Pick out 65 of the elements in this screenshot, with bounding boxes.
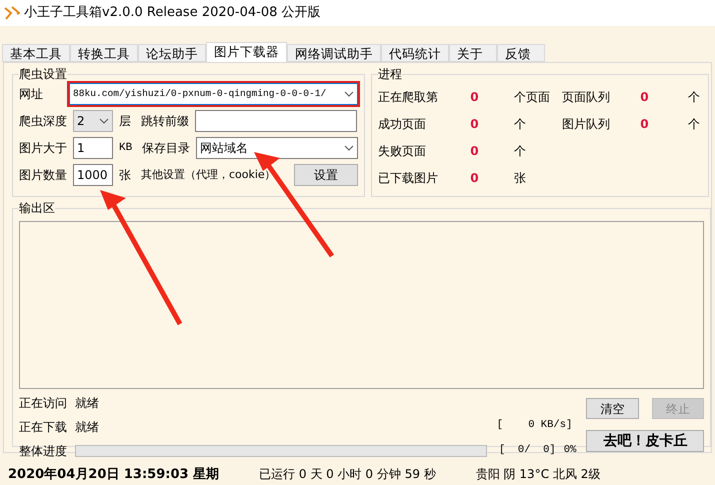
jump-prefix-field[interactable] bbox=[195, 110, 357, 132]
stat-unit: 张 bbox=[514, 170, 526, 187]
arrow-icon bbox=[98, 188, 184, 328]
save-dir-label: 保存目录 bbox=[142, 140, 190, 157]
visiting-label: 正在访问 bbox=[19, 395, 67, 412]
stat-value: 0 bbox=[640, 116, 650, 133]
status-bar-text: 贵阳 阴 13°C 北风 2级 bbox=[476, 466, 600, 483]
dropdown-icon bbox=[344, 145, 354, 151]
count-label: 图片数量 bbox=[19, 167, 67, 184]
stat-label: 页面队列 bbox=[562, 89, 612, 106]
size-unit: KB bbox=[119, 140, 132, 156]
stat-unit: 个 bbox=[514, 116, 526, 133]
stat-label: 失败页面 bbox=[378, 143, 428, 160]
overall-progress-label: 整体进度 bbox=[19, 443, 67, 460]
stat-label: 成功页面 bbox=[378, 116, 428, 133]
tab[interactable]: 图片下载器 bbox=[206, 42, 287, 62]
tab[interactable]: 基本工具 bbox=[2, 44, 70, 62]
stat-label: 已下载图片 bbox=[378, 170, 440, 187]
dropdown-icon bbox=[99, 118, 109, 124]
stat-label: 图片队列 bbox=[562, 116, 612, 133]
group-title: 输出区 bbox=[19, 201, 55, 215]
size-field[interactable]: 1 bbox=[73, 137, 113, 159]
tab[interactable]: 代码统计 bbox=[381, 44, 449, 62]
stat-unit: 个页面 bbox=[514, 89, 550, 106]
downloading-label: 正在下载 bbox=[19, 419, 67, 436]
progress-percent: 0% bbox=[564, 443, 576, 458]
tab[interactable]: 关于 bbox=[449, 44, 497, 62]
stat-unit: 个 bbox=[688, 89, 700, 106]
count-unit: 张 bbox=[119, 167, 131, 184]
settings-button[interactable]: 设置 bbox=[294, 164, 358, 186]
status-bar-text: 2020年04月20日 13:59:03 星期 bbox=[8, 466, 220, 484]
speed-text: [ 0 KB/s] bbox=[496, 418, 572, 433]
stat-value: 0 bbox=[640, 89, 650, 106]
action-button[interactable]: 清空 bbox=[586, 398, 639, 419]
stat-label: 正在爬取第 bbox=[378, 89, 440, 106]
group-title: 爬虫设置 bbox=[19, 67, 67, 81]
stat-value: 0 bbox=[470, 116, 480, 133]
stat-value: 0 bbox=[470, 143, 480, 160]
app-icon bbox=[4, 6, 20, 20]
dropdown-icon bbox=[344, 91, 354, 97]
depth-dropdown[interactable]: 2 bbox=[73, 110, 113, 132]
save-dir-dropdown[interactable]: 网站域名 bbox=[196, 137, 358, 159]
jump-prefix-label: 跳转前缀 bbox=[141, 113, 189, 130]
output-area[interactable] bbox=[19, 221, 704, 389]
stat-unit: 个 bbox=[688, 116, 700, 133]
tab[interactable]: 论坛助手 bbox=[138, 44, 206, 62]
tab[interactable]: 转换工具 bbox=[70, 44, 138, 62]
depth-label: 爬虫深度 bbox=[19, 113, 67, 130]
depth-unit: 层 bbox=[119, 113, 131, 130]
go-button[interactable]: 去吧！皮卡丘 bbox=[586, 430, 704, 452]
stat-unit: 个 bbox=[514, 143, 526, 160]
window-title: 小王子工具箱v2.0.0 Release 2020-04-08 公开版 bbox=[24, 4, 321, 22]
stat-value: 0 bbox=[470, 170, 480, 187]
progress-counter: [ 0/ 0] bbox=[499, 443, 556, 458]
visiting-status: 就绪 bbox=[75, 395, 99, 412]
tab[interactable]: 反馈 bbox=[497, 44, 545, 62]
size-label: 图片大于 bbox=[19, 140, 67, 157]
count-field[interactable]: 1000 bbox=[73, 164, 113, 186]
downloading-status: 就绪 bbox=[75, 419, 99, 436]
group-title: 进程 bbox=[378, 67, 402, 81]
status-bar-text: 已运行 0 天 0 小时 0 分钟 59 秒 bbox=[259, 466, 436, 483]
url-label: 网址 bbox=[19, 86, 44, 103]
stat-value: 0 bbox=[470, 89, 480, 106]
tab[interactable]: 网络调试助手 bbox=[287, 44, 381, 62]
url-field[interactable]: 88ku.com/yishuzi/0-pxnum-0-qingming-0-0-0-1/ bbox=[69, 83, 358, 105]
